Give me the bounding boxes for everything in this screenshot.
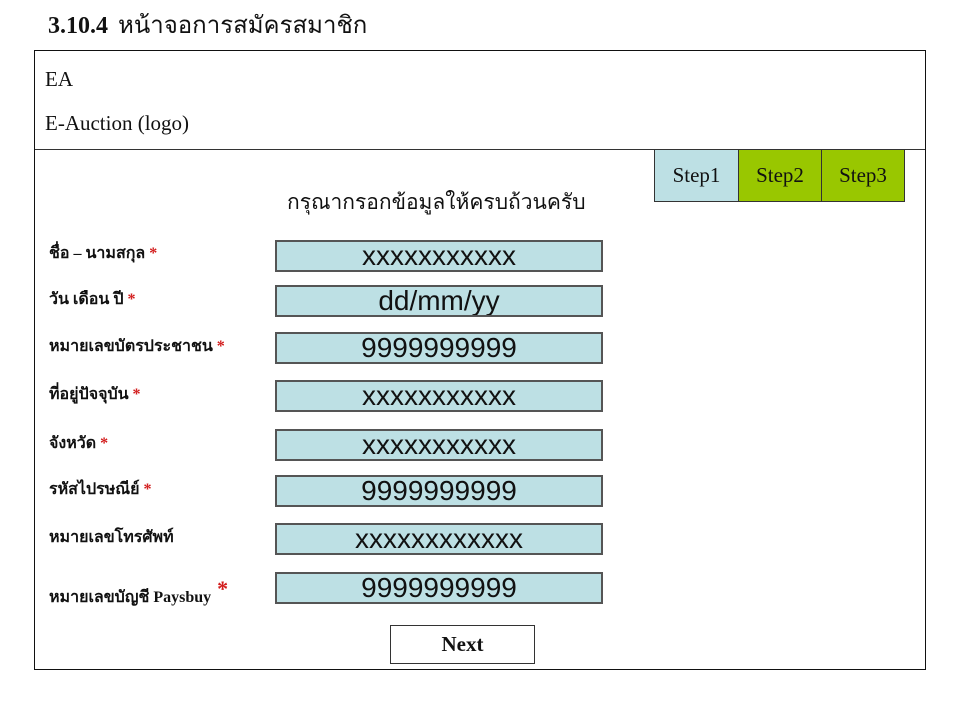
brand-name: EA	[45, 67, 73, 91]
required-asterisk: *	[143, 481, 152, 498]
national-id-input[interactable]	[275, 332, 603, 364]
national-id-label: หมายเลขบัตรประชาชน *	[49, 337, 225, 357]
full-name-label: ชื่อ – นามสกุล *	[49, 244, 157, 264]
birth-date-input[interactable]	[275, 285, 603, 317]
step-indicator: Step1 Step2 Step3	[654, 149, 905, 202]
paysbuy-account-input[interactable]	[275, 572, 603, 604]
phone-label-text: หมายเลขโทรศัพท์	[49, 529, 174, 546]
section-number: 3.10.4	[48, 13, 108, 39]
step-2-tab[interactable]: Step2	[738, 150, 821, 201]
required-asterisk: *	[132, 386, 141, 403]
address-input[interactable]	[275, 380, 603, 412]
full-name-label-text: ชื่อ – นามสกุล	[49, 245, 146, 262]
paysbuy-label-suffix: Paysbuy	[153, 589, 212, 606]
birth-date-label: วัน เดือน ปี *	[49, 290, 135, 310]
phone-input[interactable]	[275, 523, 603, 555]
province-label: จังหวัด *	[49, 434, 108, 454]
logo-placeholder: E-Auction (logo)	[45, 111, 190, 135]
province-label-text: จังหวัด	[49, 435, 97, 452]
required-asterisk: *	[127, 291, 136, 308]
step-3-tab[interactable]: Step3	[821, 150, 904, 201]
address-label: ที่อยู่ปัจจุบัน *	[49, 385, 141, 405]
section-heading: 3.10.4 หน้าจอการสมัครสมาชิก	[48, 10, 367, 42]
phone-label: หมายเลขโทรศัพท์	[49, 528, 174, 548]
required-asterisk: *	[217, 576, 229, 601]
step-1-tab[interactable]: Step1	[655, 150, 738, 201]
province-input[interactable]	[275, 429, 603, 461]
paysbuy-account-label-text: หมายเลขบัญชี	[49, 589, 150, 606]
required-asterisk: *	[149, 245, 158, 262]
full-name-input[interactable]	[275, 240, 603, 272]
address-label-text: ที่อยู่ปัจจุบัน	[49, 386, 129, 403]
national-id-label-text: หมายเลขบัตรประชาชน	[49, 338, 213, 355]
form-instruction: กรุณากรอกข้อมูลให้ครบถ้วนครับ	[287, 190, 586, 214]
postal-code-label-text: รหัสไปรษณีย์	[49, 481, 140, 498]
paysbuy-account-label: หมายเลขบัญชี Paysbuy *	[49, 576, 229, 608]
birth-date-label-text: วัน เดือน ปี	[49, 291, 124, 308]
registration-screen-mockup: EA E-Auction (logo) Step1 Step2 Step3 กร…	[34, 50, 926, 670]
postal-code-label: รหัสไปรษณีย์ *	[49, 480, 151, 500]
required-asterisk: *	[216, 338, 225, 355]
section-title: หน้าจอการสมัครสมาชิก	[118, 13, 368, 39]
required-asterisk: *	[100, 435, 109, 452]
next-button[interactable]: Next	[390, 625, 535, 664]
postal-code-input[interactable]	[275, 475, 603, 507]
